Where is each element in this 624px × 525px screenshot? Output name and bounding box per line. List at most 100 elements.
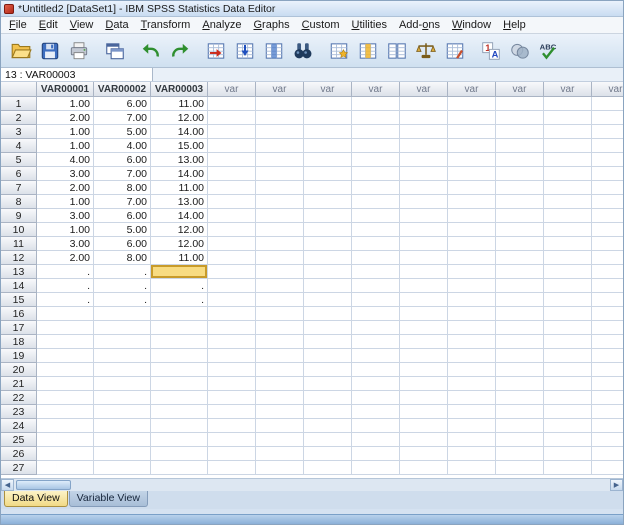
open-data-button[interactable]: [7, 37, 35, 65]
grid-cell[interactable]: [448, 125, 496, 139]
grid-cell[interactable]: [352, 251, 400, 265]
grid-cell[interactable]: .: [37, 293, 94, 307]
grid-cell[interactable]: [592, 265, 623, 279]
grid-cell[interactable]: [352, 405, 400, 419]
grid-cell[interactable]: [352, 209, 400, 223]
grid-cell[interactable]: 6.00: [94, 97, 151, 111]
row-header[interactable]: 21: [1, 377, 37, 391]
grid-cell[interactable]: [544, 153, 592, 167]
grid-cell[interactable]: [151, 349, 208, 363]
grid-cell[interactable]: [544, 237, 592, 251]
grid-cell[interactable]: [544, 461, 592, 475]
grid-cell[interactable]: [352, 139, 400, 153]
grid-cell[interactable]: [94, 433, 151, 447]
grid-cell[interactable]: 2.00: [37, 251, 94, 265]
grid-cell[interactable]: [544, 335, 592, 349]
grid-cell[interactable]: 6.00: [94, 153, 151, 167]
grid-cell[interactable]: 13.00: [151, 153, 208, 167]
grid-cell[interactable]: [208, 335, 256, 349]
grid-cell[interactable]: .: [37, 279, 94, 293]
grid-cell[interactable]: [592, 153, 623, 167]
grid-cell[interactable]: [496, 139, 544, 153]
grid-cell[interactable]: [496, 237, 544, 251]
grid-cell[interactable]: [304, 195, 352, 209]
grid-cell[interactable]: [256, 167, 304, 181]
menu-item-view[interactable]: View: [64, 18, 100, 32]
grid-cell[interactable]: 4.00: [94, 139, 151, 153]
grid-cell[interactable]: [94, 391, 151, 405]
horizontal-scrollbar[interactable]: ◀ ▶: [1, 478, 623, 491]
grid-cell[interactable]: [592, 209, 623, 223]
grid-cell[interactable]: 12.00: [151, 237, 208, 251]
select-cases-button[interactable]: [441, 37, 469, 65]
grid-cell[interactable]: 5.00: [94, 223, 151, 237]
row-header[interactable]: 17: [1, 321, 37, 335]
grid-cell[interactable]: [37, 335, 94, 349]
grid-cell[interactable]: [304, 377, 352, 391]
menu-item-add-ons[interactable]: Add-ons: [393, 18, 446, 32]
column-header[interactable]: var: [352, 82, 400, 97]
grid-cell[interactable]: [256, 97, 304, 111]
grid-cell[interactable]: [400, 363, 448, 377]
grid-cell[interactable]: [37, 419, 94, 433]
grid-cell[interactable]: 7.00: [94, 167, 151, 181]
grid-cell[interactable]: [304, 433, 352, 447]
grid-cell[interactable]: [496, 97, 544, 111]
row-header[interactable]: 6: [1, 167, 37, 181]
grid-cell[interactable]: [256, 251, 304, 265]
grid-cell[interactable]: [496, 223, 544, 237]
grid-cell[interactable]: [448, 335, 496, 349]
variables-button[interactable]: [260, 37, 288, 65]
column-header[interactable]: VAR00001: [37, 82, 94, 97]
grid-cell[interactable]: [151, 391, 208, 405]
split-file-button[interactable]: [383, 37, 411, 65]
grid-cell[interactable]: 12.00: [151, 223, 208, 237]
grid-cell[interactable]: [37, 447, 94, 461]
menu-item-transform[interactable]: Transform: [135, 18, 197, 32]
row-header[interactable]: 11: [1, 237, 37, 251]
grid-cell[interactable]: 4.00: [37, 153, 94, 167]
grid-cell[interactable]: 1.00: [37, 125, 94, 139]
grid-cell[interactable]: [496, 279, 544, 293]
grid-cell[interactable]: [208, 433, 256, 447]
grid-cell[interactable]: [592, 391, 623, 405]
grid-cell[interactable]: [448, 293, 496, 307]
scrollbar-thumb[interactable]: [16, 480, 71, 490]
grid-cell[interactable]: [400, 377, 448, 391]
grid-cell[interactable]: [496, 209, 544, 223]
grid-cell[interactable]: [544, 447, 592, 461]
grid-cell[interactable]: [448, 167, 496, 181]
grid-cell[interactable]: [256, 349, 304, 363]
grid-cell[interactable]: [400, 279, 448, 293]
grid-cell[interactable]: [208, 307, 256, 321]
grid-cell[interactable]: [151, 335, 208, 349]
grid-cell[interactable]: [448, 461, 496, 475]
grid-cell[interactable]: [256, 433, 304, 447]
grid-cell[interactable]: [400, 461, 448, 475]
grid-cell[interactable]: [151, 419, 208, 433]
grid-cell[interactable]: [208, 209, 256, 223]
column-header[interactable]: var: [208, 82, 256, 97]
grid-cell[interactable]: [448, 447, 496, 461]
menu-item-utilities[interactable]: Utilities: [346, 18, 393, 32]
menu-item-data[interactable]: Data: [99, 18, 134, 32]
grid-cell[interactable]: [352, 125, 400, 139]
selected-cell[interactable]: [151, 265, 208, 279]
column-header[interactable]: var: [256, 82, 304, 97]
grid-cell[interactable]: [151, 405, 208, 419]
grid-cell[interactable]: [304, 335, 352, 349]
tab-variable-view[interactable]: Variable View: [68, 491, 148, 507]
grid-cell[interactable]: [400, 167, 448, 181]
goto-case-button[interactable]: [202, 37, 230, 65]
goto-variable-button[interactable]: [231, 37, 259, 65]
grid-cell[interactable]: [544, 405, 592, 419]
grid-cell[interactable]: [496, 293, 544, 307]
row-header[interactable]: 22: [1, 391, 37, 405]
grid-cell[interactable]: [208, 97, 256, 111]
grid-cell[interactable]: [448, 391, 496, 405]
grid-cell[interactable]: [448, 251, 496, 265]
grid-cell[interactable]: [37, 349, 94, 363]
grid-cell[interactable]: [151, 307, 208, 321]
grid-cell[interactable]: [400, 153, 448, 167]
grid-cell[interactable]: .: [151, 279, 208, 293]
